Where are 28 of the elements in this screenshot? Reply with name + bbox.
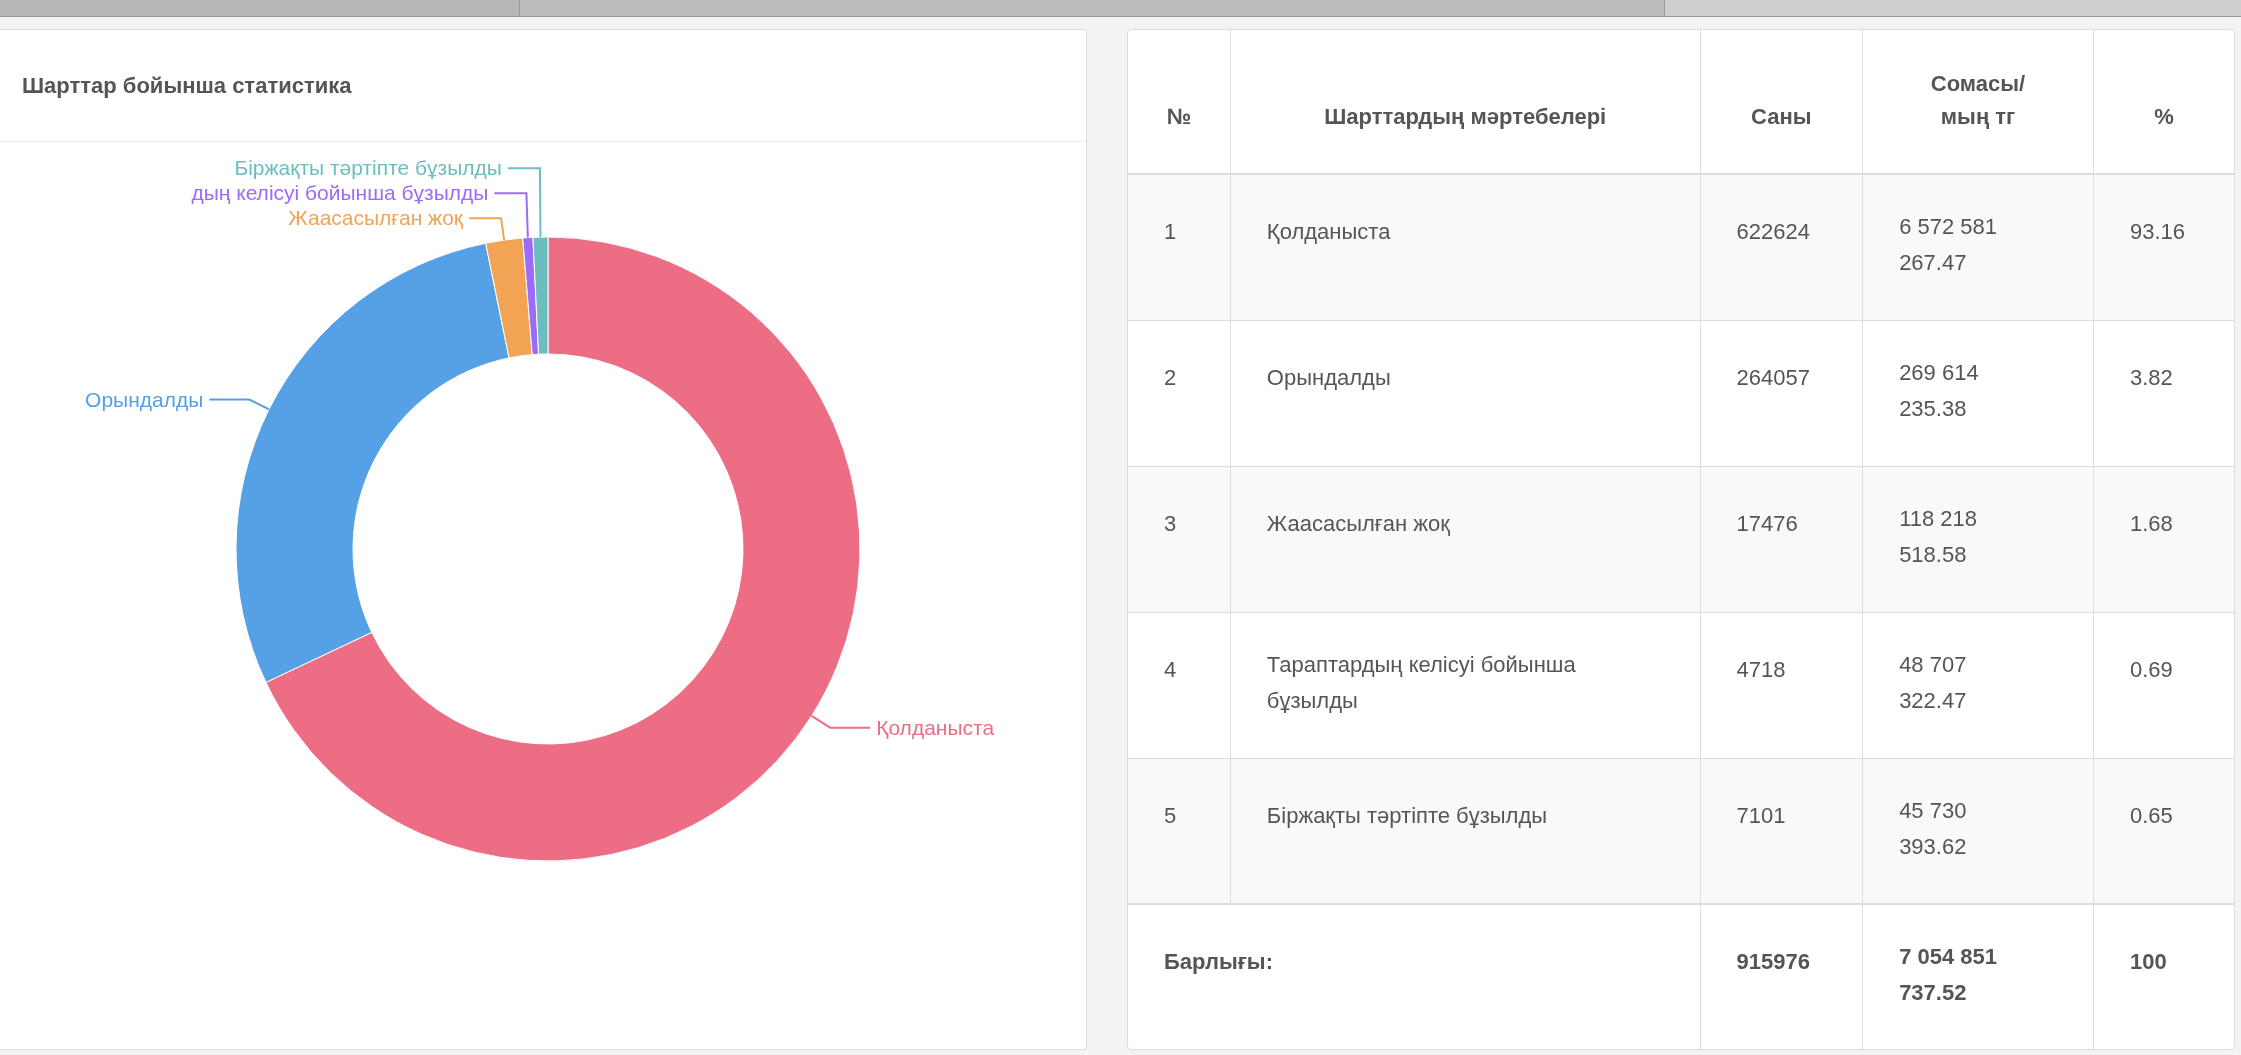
slice-label: Жаасасылған жоқ [288,206,464,230]
leader-line [208,398,270,411]
table-cell: 6 572 581 267.47 [1862,174,2094,320]
table-cell: 269 614 235.38 [1862,320,2094,466]
table-cell: 48 707 322.47 [1862,612,2094,758]
total-label: Барлығы: [1128,904,1701,1049]
table-cell: 622624 [1700,174,1863,320]
slice-label: Қолданыста [876,715,995,739]
table-cell: 1 [1128,174,1231,320]
table-cell: Қолданыста [1230,174,1701,320]
table-cell: 17476 [1700,466,1863,612]
total-cell: 915976 [1700,904,1863,1049]
table-cell: 4718 [1700,612,1863,758]
table-cell: 4 [1128,612,1231,758]
table-cell: Жаасасылған жоқ [1230,466,1701,612]
leader-line [810,714,872,729]
total-cell: 100 [2093,904,2234,1049]
table-cell: 264057 [1700,320,1863,466]
slice-label: дың келісуі бойынша бұзылды [191,181,489,205]
table-cell: 3 [1128,466,1231,612]
table-cell: 118 218 518.58 [1862,466,2094,612]
total-cell: 7 054 851 737.52 [1862,904,2094,1049]
card-title: Шарттар бойынша статистика [22,72,352,100]
table-cell: 2 [1128,320,1231,466]
table-cell: Орындалды [1230,320,1701,466]
slice-label: Орындалды [85,387,204,411]
table-cell: Тараптардың келісуі бойынша бұзылды [1230,612,1701,758]
slice-label: Біржақты тәртіпте бұзылды [234,156,502,180]
